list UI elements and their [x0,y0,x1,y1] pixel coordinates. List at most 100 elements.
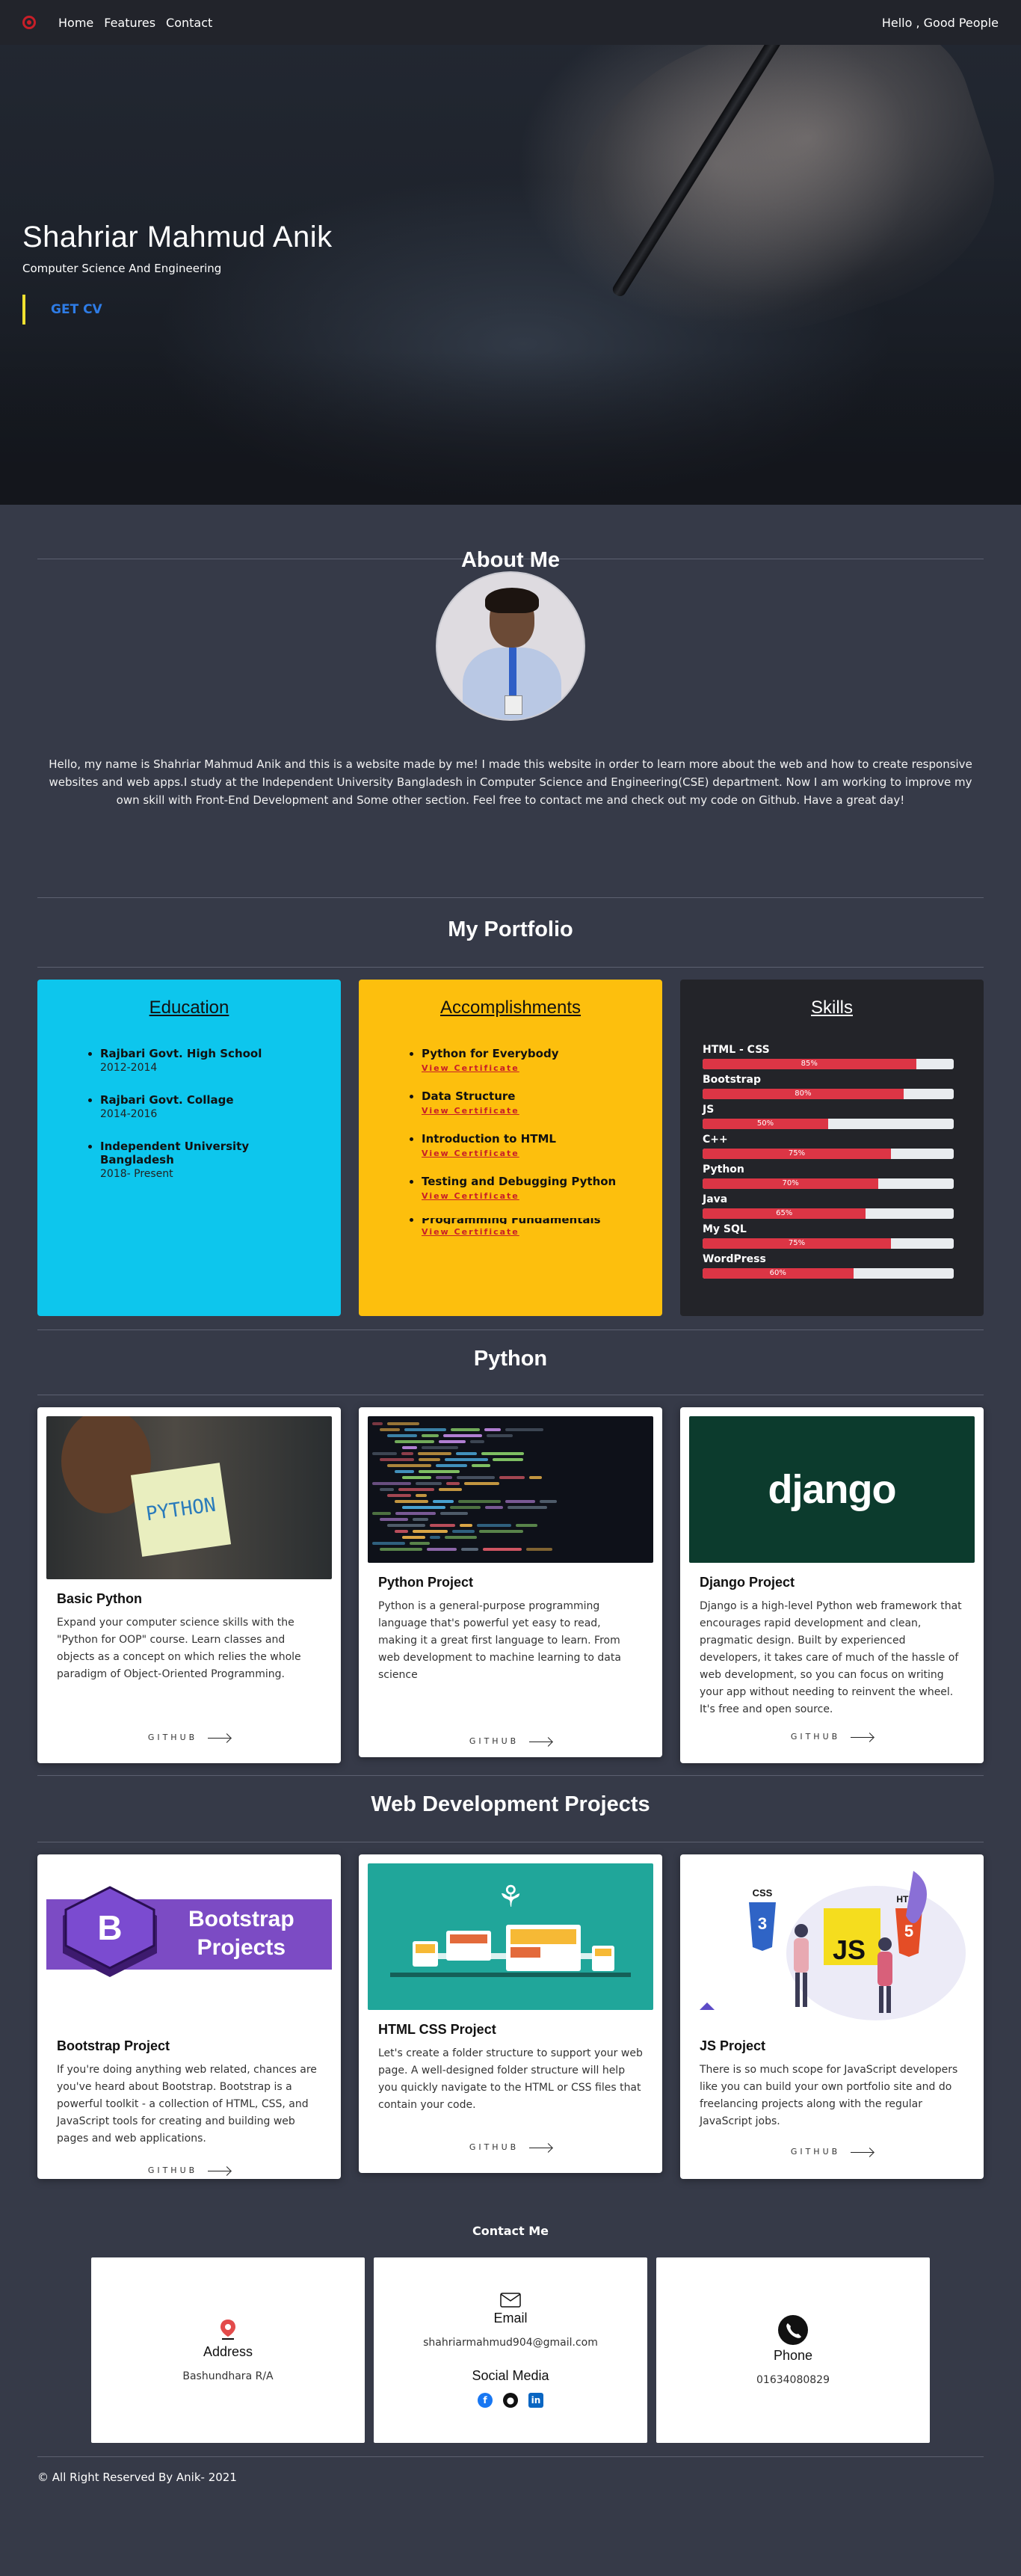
view-certificate-link[interactable]: View Certificate [422,1106,640,1116]
portfolio-cards: Education Rajbari Govt. High School 2012-… [37,980,984,1316]
github-icon[interactable]: ● [503,2393,518,2408]
github-link[interactable]: GITHUB [368,2142,653,2152]
web-title: Web Development Projects [371,1792,650,1816]
hero-info: Shahriar Mahmud Anik Computer Science An… [22,221,333,325]
skill-progress-bar: 50% [703,1119,954,1129]
phone-value: 01634080829 [756,2373,830,2386]
accomplishments-list: Python for Everybody View Certificate Dat… [381,1047,640,1237]
school-years: 2014-2016 [100,1108,158,1120]
skill-item: HTML - CSS 85% [703,1044,961,1069]
code-line-segment [422,1446,458,1449]
linkedin-icon[interactable]: in [528,2393,543,2408]
course-name: Programming Fundamentals [422,1218,640,1224]
list-item: Rajbari Govt. High School 2012-2014 [100,1047,318,1074]
code-line-segment [380,1488,394,1491]
view-certificate-link[interactable]: View Certificate [422,1149,640,1158]
code-line-segment [484,1428,501,1431]
github-link[interactable]: GITHUB [689,1732,975,1742]
code-line-segment [450,1506,481,1509]
github-label: GITHUB [147,1733,198,1742]
portfolio-title: My Portfolio [448,917,573,941]
code-line-segment [508,1506,547,1509]
github-link[interactable]: GITHUB [368,1736,653,1746]
skill-progress-bar: 75% [703,1149,954,1159]
email-value[interactable]: shahriarmahmud904@gmail.com [423,2337,598,2349]
nav-contact[interactable]: Contact [166,16,212,30]
hero-name: Shahriar Mahmud Anik [22,221,333,253]
avatar-id-card [505,695,522,715]
github-label: GITHUB [790,1732,841,1742]
github-link[interactable]: GITHUB [46,1733,332,1742]
skill-name: Java [703,1193,728,1205]
code-line-segment [483,1548,522,1551]
code-line-segment [387,1434,417,1437]
email-label: Email [493,2311,528,2326]
facebook-icon[interactable]: f [478,2393,493,2408]
python-section: Python PYTHON Basic Python Expand your c… [0,1330,1021,1763]
code-line-segment [372,1452,397,1455]
code-line-segment [410,1542,430,1545]
code-line-segment [446,1482,460,1485]
accomplishments-title: Accomplishments [439,997,582,1018]
view-certificate-link[interactable]: View Certificate [422,1227,640,1237]
banner-text: Bootstrap Projects [188,1905,294,1962]
project-card: Python Project Python is a general-purpo… [359,1407,662,1757]
list-item: Programming Fundamentals View Certificate [422,1213,640,1237]
web-cards: B Bootstrap Projects Bootstrap Project If… [37,1854,984,2179]
code-screen-image [368,1416,653,1563]
code-line-segment [445,1458,488,1461]
phone-card: Phone 01634080829 [656,2257,930,2443]
js-illustration-image: 3 CSS JS 5 HTML [689,1863,975,2026]
view-certificate-link[interactable]: View Certificate [422,1063,640,1073]
skill-progress-fill: 75% [703,1238,891,1249]
education-title: Education [149,997,229,1018]
card-title: Django Project [700,1575,795,1590]
code-line-segment [404,1428,446,1431]
email-card: Email shahriarmahmud904@gmail.com Social… [374,2257,647,2443]
skill-progress-bar: 70% [703,1178,954,1189]
logo-icon[interactable] [22,16,36,29]
skill-progress-fill: 75% [703,1149,891,1159]
about-text: Hello, my name is Shahriar Mahmud Anik a… [49,757,972,807]
phone-icon [778,2314,808,2345]
code-line-segment [419,1458,440,1461]
arrow-right-icon [208,1737,231,1739]
code-line-segment [445,1536,477,1539]
github-link[interactable]: GITHUB [46,2165,332,2175]
code-line-segment [401,1452,413,1455]
list-item: Python for Everybody View Certificate [422,1047,640,1073]
course-name: Data Structure [422,1089,516,1103]
code-line-segment [452,1530,475,1533]
code-line-segment [439,1488,462,1491]
code-line-segment [526,1548,552,1551]
code-line-segment [413,1518,428,1521]
code-line-segment [395,1512,436,1515]
code-line-segment [430,1536,440,1539]
skill-name: WordPress [703,1253,766,1265]
web-devices-image: ⚘ [368,1863,653,2010]
card-text: Python is a general-purpose programming … [378,1600,621,1681]
code-line-segment [395,1530,408,1533]
get-cv-button[interactable]: GET CV [22,295,102,325]
github-link[interactable]: GITHUB [689,2147,975,2157]
avatar-hair [485,588,539,613]
address-value: Bashundhara R/A [182,2370,274,2382]
project-card: PYTHON Basic Python Expand your computer… [37,1407,341,1763]
contact-title: Contact Me [472,2224,549,2238]
view-certificate-link[interactable]: View Certificate [422,1191,640,1201]
code-line-segment [380,1548,422,1551]
code-line-segment [427,1548,457,1551]
footer: © All Right Reserved By Anik- 2021 [0,2456,1021,2508]
nav-features[interactable]: Features [104,16,155,30]
code-line-segment [402,1506,445,1509]
web-section: Web Development Projects B Bootstrap Proj… [0,1775,1021,2179]
bootstrap-logo-icon: B [63,1886,157,1977]
card-text: Django is a high-level Python web framew… [700,1600,962,1715]
nav-home[interactable]: Home [58,16,93,30]
phone-label: Phone [773,2347,813,2363]
avatar [436,571,585,721]
divider [37,967,984,968]
code-line-segment [402,1446,417,1449]
skill-item: My SQL 75% [703,1223,961,1249]
footer-text: © All Right Reserved By Anik- 2021 [37,2471,237,2484]
